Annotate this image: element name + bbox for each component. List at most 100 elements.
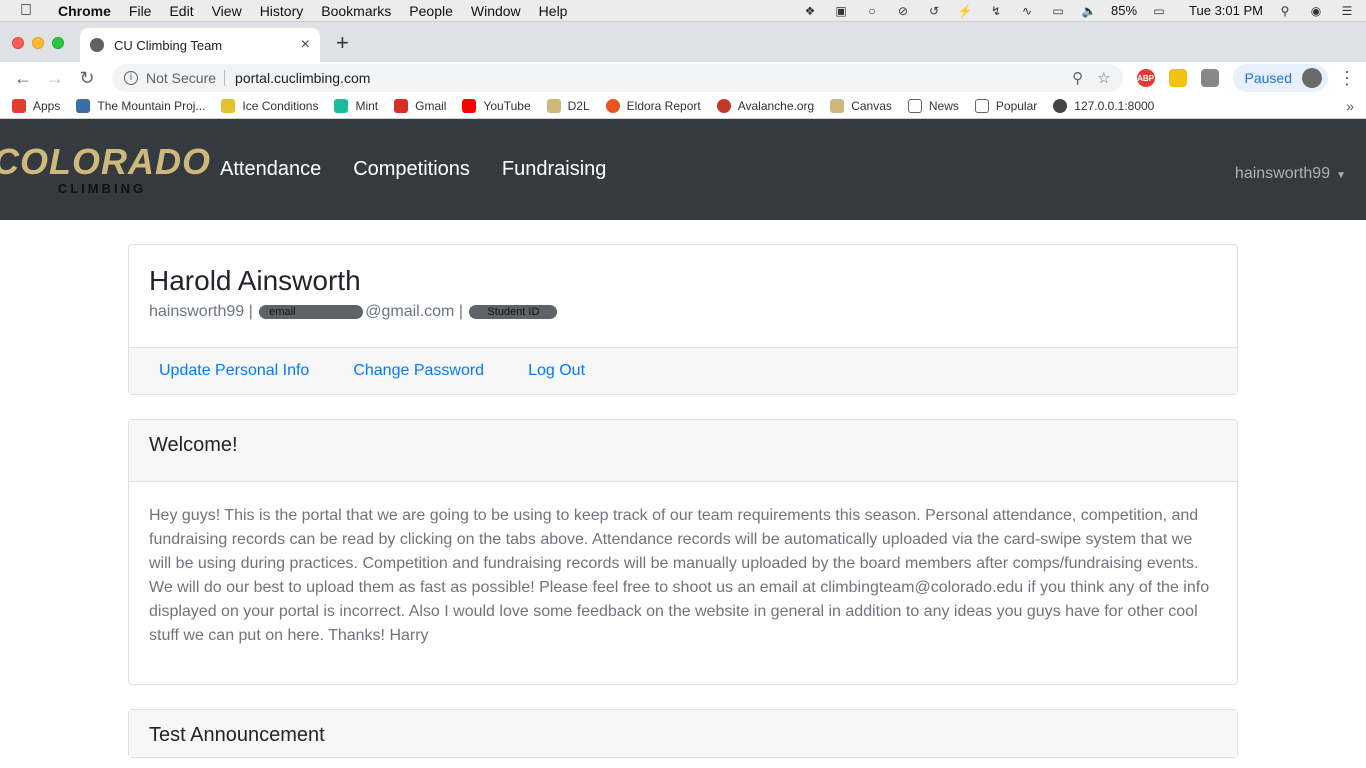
bookmark-star-icon[interactable]: ☆ bbox=[1097, 69, 1110, 87]
airplay-icon[interactable]: ▭ bbox=[1049, 4, 1067, 18]
dropbox-icon[interactable]: ❖ bbox=[801, 4, 819, 18]
caret-down-icon: ▼ bbox=[1336, 169, 1346, 181]
bookmark-folder-news[interactable]: News bbox=[907, 99, 959, 113]
power-icon[interactable]: ⚡ bbox=[956, 4, 974, 18]
user-dropdown[interactable]: hainsworth99 ▼ bbox=[1235, 165, 1346, 183]
ice-conditions-icon bbox=[221, 99, 236, 113]
profile-card: Harold Ainsworth hainsworth99 | email @g… bbox=[128, 244, 1238, 395]
battery-icon[interactable]: ▭ bbox=[1150, 4, 1168, 18]
menu-file[interactable]: File bbox=[129, 3, 152, 19]
macos-menu-bar:  Chrome File Edit View History Bookmark… bbox=[0, 0, 1366, 22]
extension-icon[interactable] bbox=[1200, 69, 1219, 87]
nav-competitions[interactable]: Competitions bbox=[353, 158, 470, 181]
url-text[interactable]: portal.cuclimbing.com bbox=[235, 70, 1058, 86]
reload-button[interactable]: ↻ bbox=[74, 68, 100, 89]
bookmark-folder-popular[interactable]: Popular bbox=[974, 99, 1037, 113]
profile-meta: hainsworth99 | email @gmail.com | Studen… bbox=[149, 303, 1217, 321]
clock[interactable]: Tue 3:01 PM bbox=[1189, 3, 1263, 18]
bookmark-avalanche[interactable]: Avalanche.org bbox=[716, 99, 815, 113]
bookmark-mint[interactable]: Mint bbox=[334, 99, 378, 113]
volume-icon[interactable]: 🔈 bbox=[1080, 4, 1098, 18]
bookmark-label: Eldora Report bbox=[626, 99, 701, 113]
bookmark-apps[interactable]: Apps bbox=[12, 99, 60, 113]
browser-toolbar: ← → ↻ i Not Secure portal.cuclimbing.com… bbox=[0, 62, 1366, 94]
profile-card-body: Harold Ainsworth hainsworth99 | email @g… bbox=[129, 245, 1237, 347]
update-personal-info-link[interactable]: Update Personal Info bbox=[159, 362, 309, 380]
bookmark-label: D2L bbox=[567, 99, 590, 113]
change-password-link[interactable]: Change Password bbox=[353, 362, 484, 380]
announcement-card: Welcome! Hey guys! This is the portal th… bbox=[128, 419, 1238, 685]
site-navbar: COLORADO CLIMBING Attendance Competition… bbox=[0, 119, 1366, 220]
menu-edit[interactable]: Edit bbox=[169, 3, 193, 19]
creative-cloud-icon[interactable]: ○ bbox=[863, 4, 881, 18]
bookmark-d2l[interactable]: D2L bbox=[546, 99, 590, 113]
menu-people[interactable]: People bbox=[409, 3, 453, 19]
more-bookmarks-chevron-icon[interactable]: » bbox=[1346, 98, 1354, 114]
profile-name: Harold Ainsworth bbox=[149, 265, 361, 296]
announcement-title: Welcome! bbox=[129, 420, 1237, 482]
main-content: Harold Ainsworth hainsworth99 | email @g… bbox=[128, 220, 1238, 758]
menu-window[interactable]: Window bbox=[471, 3, 521, 19]
time-machine-icon[interactable]: ↺ bbox=[925, 4, 943, 18]
extension-icon[interactable] bbox=[1168, 69, 1187, 87]
profile-card-footer: Update Personal Info Change Password Log… bbox=[129, 347, 1237, 394]
nav-fundraising[interactable]: Fundraising bbox=[502, 158, 607, 181]
bookmark-eldora-report[interactable]: Eldora Report bbox=[605, 99, 701, 113]
log-out-link[interactable]: Log Out bbox=[528, 362, 585, 380]
zoom-window-button[interactable] bbox=[52, 37, 64, 49]
menu-history[interactable]: History bbox=[260, 3, 304, 19]
menu-app-chrome[interactable]: Chrome bbox=[58, 3, 111, 19]
bookmark-label: Mint bbox=[355, 99, 379, 113]
battery-percent[interactable]: 85% bbox=[1111, 3, 1137, 18]
bookmark-gmail[interactable]: Gmail bbox=[394, 99, 446, 113]
student-id-redaction: Student ID bbox=[469, 305, 558, 319]
security-indicator[interactable]: Not Secure bbox=[146, 70, 216, 86]
meta-separator: | bbox=[244, 303, 258, 320]
spotlight-search-icon[interactable]: ⚲ bbox=[1276, 4, 1294, 18]
notification-center-icon[interactable]: ☰ bbox=[1338, 4, 1356, 18]
bookmark-label: Gmail bbox=[415, 99, 447, 113]
new-tab-button[interactable]: + bbox=[336, 30, 349, 56]
menubar-status-area: ❖ ▣ ○ ⊘ ↺ ⚡ ↯ ∿ ▭ 🔈 85% ▭ Tue 3:01 PM ⚲ … bbox=[801, 3, 1356, 18]
app-status-icon[interactable]: ▣ bbox=[832, 4, 850, 18]
profile-email-domain: @gmail.com bbox=[365, 303, 455, 320]
bookmark-ice-conditions[interactable]: Ice Conditions bbox=[221, 99, 318, 113]
back-button[interactable]: ← bbox=[10, 68, 36, 89]
cu-logo-icon bbox=[830, 99, 845, 113]
menu-bookmarks[interactable]: Bookmarks bbox=[321, 3, 391, 19]
email-redaction: email bbox=[259, 305, 364, 319]
colorado-climbing-logo[interactable]: COLORADO CLIMBING bbox=[0, 143, 210, 197]
close-window-button[interactable] bbox=[12, 37, 24, 49]
nav-attendance[interactable]: Attendance bbox=[220, 158, 321, 181]
minimize-window-button[interactable] bbox=[32, 37, 44, 49]
bookmark-youtube[interactable]: YouTube bbox=[462, 99, 531, 113]
address-bar[interactable]: i Not Secure portal.cuclimbing.com ⚲ ☆ bbox=[112, 64, 1123, 92]
bookmark-canvas[interactable]: Canvas bbox=[830, 99, 892, 113]
siri-icon[interactable]: ◉ bbox=[1307, 4, 1325, 18]
announcement-card: Test Announcement bbox=[128, 709, 1238, 758]
bookmark-mountain-project[interactable]: The Mountain Proj... bbox=[76, 99, 205, 113]
profile-username: hainsworth99 bbox=[149, 303, 245, 320]
bookmark-localhost[interactable]: 127.0.0.1:8000 bbox=[1053, 99, 1154, 113]
bookmark-label: YouTube bbox=[483, 99, 531, 113]
bluetooth-icon[interactable]: ↯ bbox=[987, 4, 1005, 18]
menu-help[interactable]: Help bbox=[539, 3, 568, 19]
apple-icon[interactable]:  bbox=[20, 2, 36, 20]
globe-icon bbox=[90, 38, 104, 52]
wifi-icon[interactable]: ∿ bbox=[1018, 4, 1036, 18]
more-menu-icon[interactable]: ⋮ bbox=[1338, 68, 1356, 89]
key-icon[interactable]: ⚲ bbox=[1072, 69, 1083, 87]
info-icon[interactable]: i bbox=[124, 71, 138, 85]
announcement-title: Test Announcement bbox=[129, 710, 1237, 757]
adblock-extension-icon[interactable]: ABP bbox=[1136, 69, 1155, 87]
profile-button[interactable]: Paused bbox=[1232, 64, 1328, 92]
gmail-icon bbox=[394, 99, 409, 113]
forward-button[interactable]: → bbox=[42, 68, 68, 89]
bookmark-label: Avalanche.org bbox=[737, 99, 815, 113]
close-tab-icon[interactable]: × bbox=[301, 36, 310, 54]
disabled-sync-icon[interactable]: ⊘ bbox=[894, 4, 912, 18]
menu-view[interactable]: View bbox=[212, 3, 242, 19]
announcement-body: Hey guys! This is the portal that we are… bbox=[149, 507, 1210, 644]
browser-tab-active[interactable]: CU Climbing Team × bbox=[80, 28, 320, 62]
cu-logo-icon bbox=[546, 99, 561, 113]
